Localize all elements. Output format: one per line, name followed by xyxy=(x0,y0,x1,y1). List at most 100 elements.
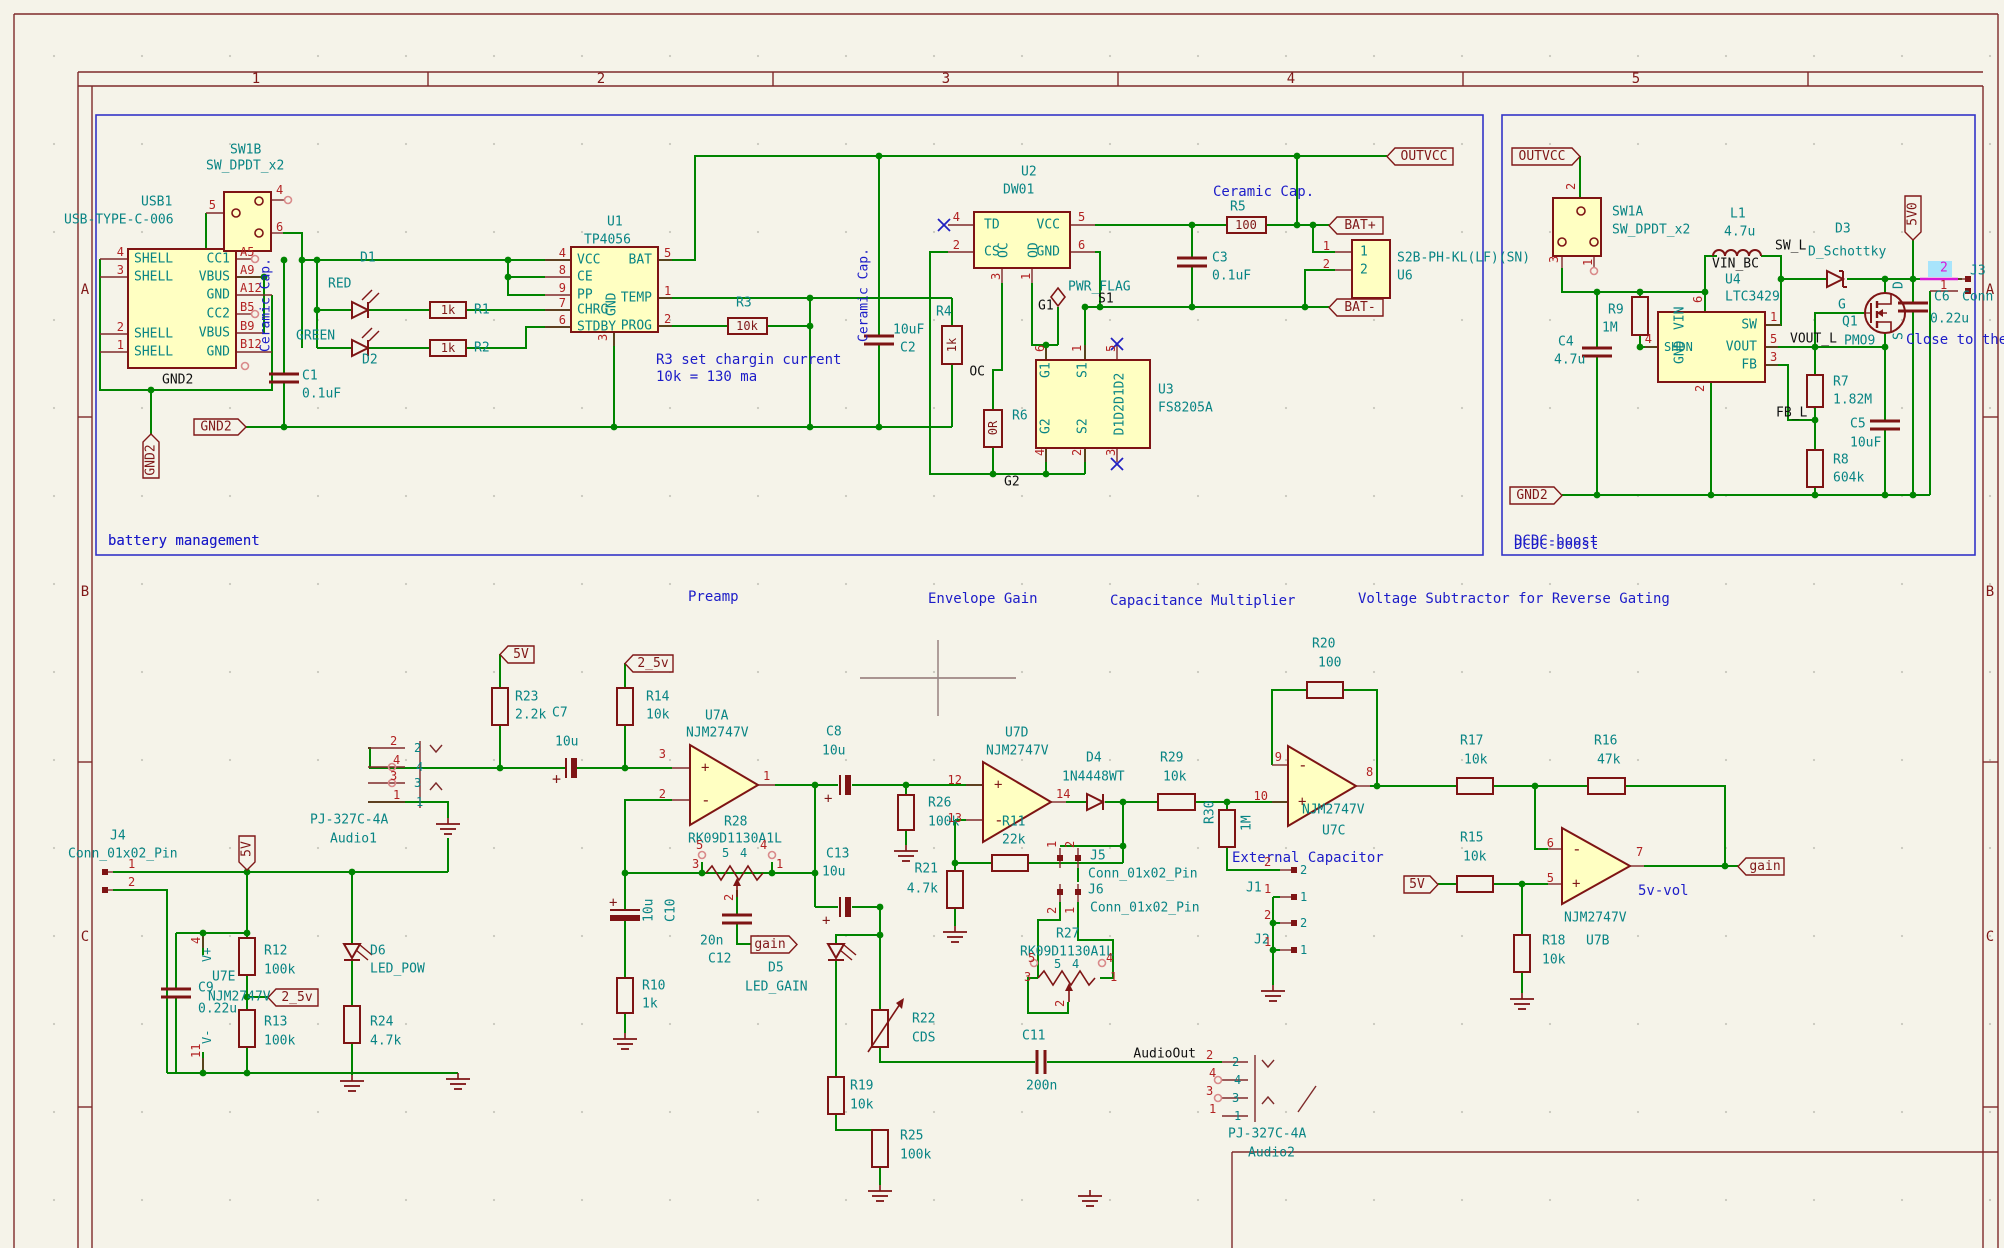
schematic-text[interactable]: R18 xyxy=(1542,934,1565,949)
wire[interactable] xyxy=(1305,270,1335,307)
schematic-text[interactable]: 5 xyxy=(1770,332,1777,346)
resistor-symbol[interactable] xyxy=(492,688,508,725)
wire[interactable] xyxy=(880,1047,1035,1062)
schematic-text[interactable]: 3 xyxy=(1206,1084,1213,1098)
schematic-text[interactable]: CE xyxy=(577,270,593,285)
schematic-text[interactable]: A xyxy=(81,282,90,298)
schematic-text[interactable]: J4 xyxy=(110,829,126,844)
schematic-text[interactable]: OC xyxy=(969,365,985,380)
schematic-text[interactable]: VBUS xyxy=(199,270,230,285)
resistor-symbol[interactable] xyxy=(1514,935,1530,972)
schematic-text[interactable]: 604k xyxy=(1833,471,1864,486)
schematic-text[interactable]: SW xyxy=(1741,318,1757,333)
schematic-text[interactable]: Close to the p xyxy=(1906,332,2004,348)
resistor-symbol[interactable] xyxy=(617,688,633,725)
schematic-text[interactable]: C8 xyxy=(826,725,842,740)
schematic-text[interactable]: PP xyxy=(577,288,593,303)
schematic-text[interactable]: J5 xyxy=(1090,849,1106,864)
schematic-text[interactable]: D4 xyxy=(1086,751,1102,766)
schematic-text[interactable]: 20n xyxy=(700,934,723,949)
wire[interactable] xyxy=(625,800,672,910)
schematic-text[interactable]: 4 xyxy=(1106,951,1113,965)
schematic-text[interactable]: R21 xyxy=(915,862,938,877)
global-label-text[interactable]: 2_5v xyxy=(281,990,312,1005)
schematic-text[interactable]: + xyxy=(1572,876,1580,892)
schematic-text[interactable]: SW1B xyxy=(230,143,261,158)
schematic-text[interactable]: + xyxy=(552,770,561,788)
global-label-text[interactable]: gain xyxy=(1749,859,1780,874)
schematic-text[interactable]: 1 xyxy=(1264,882,1271,896)
schematic-text[interactable]: 3 xyxy=(942,71,950,87)
schematic-text[interactable]: SW_DPDT_x2 xyxy=(1612,223,1690,238)
schematic-text[interactable]: 1 xyxy=(1070,345,1084,352)
schematic-text[interactable]: R4 xyxy=(936,305,952,320)
schematic-text[interactable]: R28 xyxy=(724,815,747,830)
schematic-text[interactable]: 2 xyxy=(722,894,736,901)
global-label-text[interactable]: gain xyxy=(754,937,785,952)
schematic-text[interactable]: 1M xyxy=(1240,815,1255,831)
schematic-text[interactable]: 2 xyxy=(1232,1055,1239,1069)
global-label-text[interactable]: 5V xyxy=(1409,877,1425,892)
schematic-canvas[interactable]: OUTVCCOUTVCCBAT+BAT-GND2GND2GND25V05V2_5… xyxy=(0,0,2004,1248)
schematic-text[interactable]: Preamp xyxy=(688,589,739,605)
schematic-text[interactable]: U1 xyxy=(607,215,623,230)
schematic-text[interactable]: 2 xyxy=(1940,261,1948,276)
schematic-text[interactable]: 22k xyxy=(1002,833,1026,848)
schematic-text[interactable]: FB_L xyxy=(1776,406,1807,421)
schematic-text[interactable]: 2 xyxy=(1045,907,1059,914)
schematic-text[interactable]: 4 xyxy=(740,846,747,860)
schematic-text[interactable]: 1k xyxy=(441,303,456,317)
schematic-text[interactable]: C xyxy=(81,929,89,945)
opamp-symbol[interactable] xyxy=(983,762,1051,842)
resistor-symbol[interactable] xyxy=(947,871,963,908)
schematic-text[interactable]: R6 xyxy=(1012,409,1028,424)
schematic-text[interactable]: 3 xyxy=(659,747,666,761)
schematic-text[interactable]: 4 xyxy=(760,838,767,852)
schematic-text[interactable]: 4 xyxy=(559,246,566,260)
schematic-text[interactable]: 4.7k xyxy=(370,1034,401,1049)
schematic-text[interactable]: A9 xyxy=(240,263,254,277)
resistor-symbol[interactable] xyxy=(992,855,1028,871)
schematic-text[interactable]: NJM2747V xyxy=(1302,803,1365,818)
led-symbol[interactable] xyxy=(352,302,368,318)
schematic-text[interactable]: 4 xyxy=(393,753,400,767)
schematic-text[interactable]: External Capacitor xyxy=(1232,850,1384,866)
schematic-text[interactable]: 10u xyxy=(822,865,845,880)
schematic-text[interactable]: 2.2k xyxy=(515,708,546,723)
schematic-text[interactable]: 1N4448WT xyxy=(1062,770,1125,785)
schematic-text[interactable]: C1 xyxy=(302,369,318,384)
schematic-text[interactable]: U7E xyxy=(212,970,235,985)
schematic-text[interactable]: D2 xyxy=(362,353,378,368)
schematic-text[interactable]: 3 xyxy=(1024,970,1031,984)
schematic-text[interactable]: V+ xyxy=(200,948,214,962)
schematic-text[interactable]: SHELL xyxy=(134,252,173,267)
schematic-text[interactable]: SW_DPDT_x2 xyxy=(206,159,284,174)
component-body[interactable] xyxy=(224,192,271,251)
wire[interactable] xyxy=(836,1114,880,1130)
schematic-text[interactable]: VCC xyxy=(577,253,600,268)
schematic-text[interactable]: Conn xyxy=(1962,290,1993,305)
schematic-text[interactable]: 2 xyxy=(1063,841,1077,848)
schematic-text[interactable]: S1 xyxy=(1076,362,1091,378)
schematic-text[interactable]: U2 xyxy=(1021,165,1037,180)
schematic-text[interactable]: VOUT_L xyxy=(1790,332,1837,347)
schematic-text[interactable]: Ceramic Cap. xyxy=(1213,184,1314,200)
schematic-text[interactable]: 100 xyxy=(1318,656,1341,671)
schematic-text[interactable]: D1 xyxy=(360,251,376,266)
schematic-text[interactable]: 0.22u xyxy=(198,1002,237,1017)
schematic-text[interactable]: 5 xyxy=(1632,71,1640,87)
schematic-text[interactable]: Voltage Subtractor for Reverse Gating xyxy=(1358,591,1670,607)
schematic-text[interactable]: 100k xyxy=(264,1034,295,1049)
schematic-text[interactable]: 100 xyxy=(1235,218,1257,232)
schematic-text[interactable]: 2 xyxy=(1693,385,1707,392)
schematic-text[interactable]: 4.7u xyxy=(1554,353,1585,368)
schematic-text[interactable]: Conn_01x02_Pin xyxy=(1088,867,1198,882)
schematic-text[interactable]: R9 xyxy=(1608,303,1624,318)
schematic-text[interactable]: C12 xyxy=(708,952,731,967)
component-body[interactable] xyxy=(1553,198,1601,256)
schematic-text[interactable]: R25 xyxy=(900,1129,923,1144)
schematic-text[interactable]: C3 xyxy=(1212,251,1228,266)
schematic-text[interactable]: 10k xyxy=(736,319,758,333)
schematic-text[interactable]: OC xyxy=(997,242,1012,258)
schematic-text[interactable]: U6 xyxy=(1397,269,1413,284)
